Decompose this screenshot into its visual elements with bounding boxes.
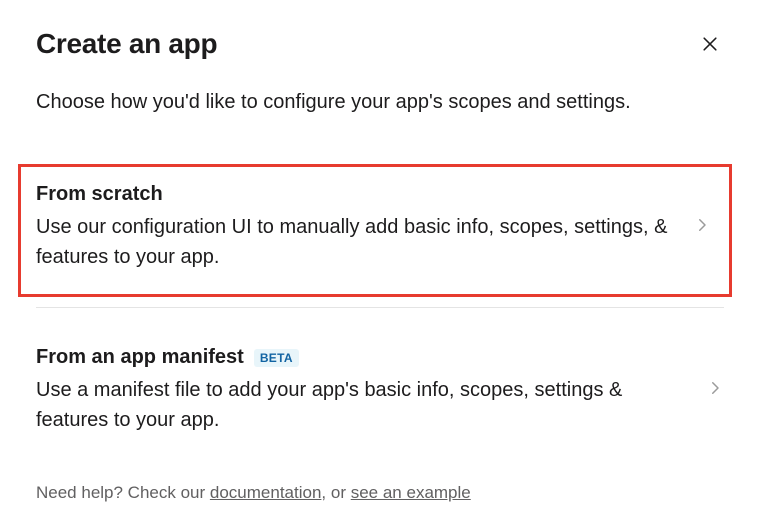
- modal-subtitle: Choose how you'd like to configure your …: [36, 88, 724, 116]
- beta-badge: BETA: [254, 349, 299, 367]
- documentation-link[interactable]: documentation: [210, 483, 322, 502]
- option-title-row: From scratch: [36, 183, 673, 206]
- option-title: From an app manifest: [36, 346, 244, 369]
- modal-title: Create an app: [36, 28, 217, 60]
- close-button[interactable]: [696, 30, 724, 58]
- divider: [36, 307, 724, 308]
- see-example-link[interactable]: see an example: [351, 483, 471, 502]
- option-content: From scratch Use our configuration UI to…: [36, 183, 693, 272]
- help-text: Need help? Check our documentation, or s…: [36, 483, 724, 503]
- options-list: From scratch Use our configuration UI to…: [36, 164, 724, 503]
- option-description: Use our configuration UI to manually add…: [36, 212, 673, 272]
- modal-header: Create an app: [36, 28, 724, 60]
- chevron-right-icon: [706, 379, 724, 402]
- option-title: From scratch: [36, 183, 163, 206]
- option-from-scratch[interactable]: From scratch Use our configuration UI to…: [18, 164, 732, 297]
- option-title-row: From an app manifest BETA: [36, 346, 686, 369]
- chevron-right-icon: [693, 216, 711, 239]
- option-content: From an app manifest BETA Use a manifest…: [36, 346, 706, 435]
- close-icon: [700, 34, 720, 54]
- create-app-modal: Create an app Choose how you'd like to c…: [0, 0, 760, 523]
- option-description: Use a manifest file to add your app's ba…: [36, 375, 686, 435]
- help-middle: , or: [321, 483, 350, 502]
- help-prefix: Need help? Check our: [36, 483, 210, 502]
- option-from-manifest[interactable]: From an app manifest BETA Use a manifest…: [36, 330, 724, 457]
